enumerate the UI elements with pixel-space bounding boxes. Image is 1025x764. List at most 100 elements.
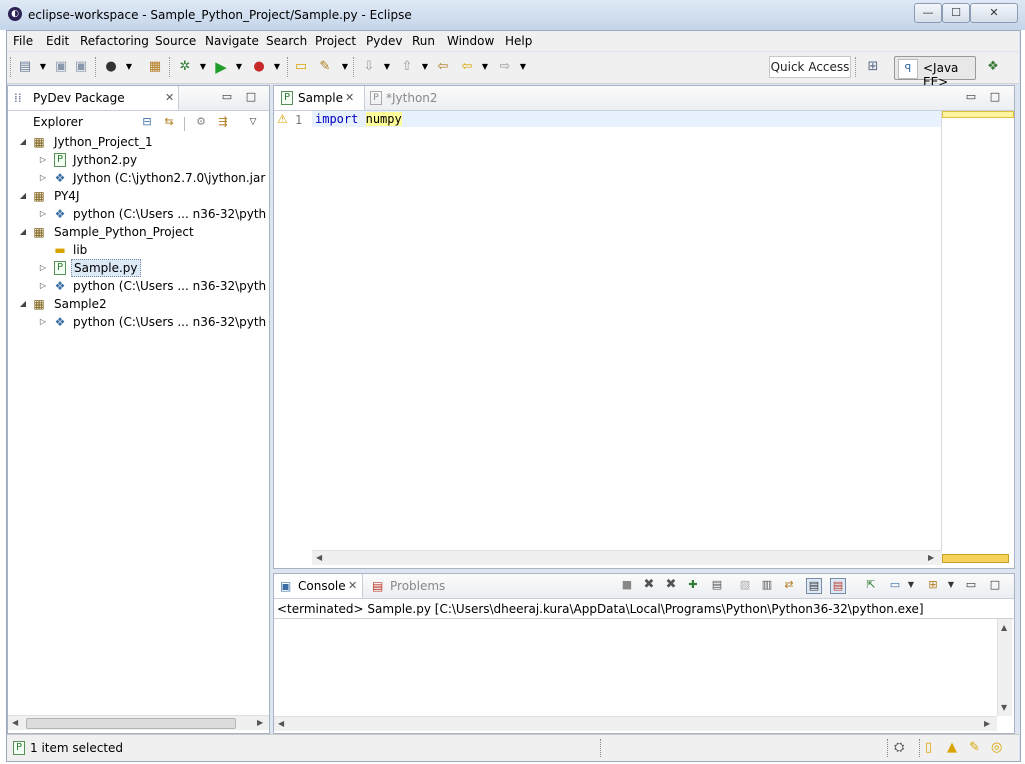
maximize-view-icon[interactable]: □	[988, 90, 1002, 104]
close-tab-icon[interactable]: ✕	[348, 574, 357, 598]
word-wrap-icon[interactable]: ⇄	[782, 578, 796, 592]
tab-console[interactable]: ▣ Console ✕	[274, 574, 363, 598]
scroll-up-icon[interactable]: ▲	[1001, 623, 1007, 632]
tree-row-python-interpreter[interactable]: ▷ ❖ python (C:\Users ... n36-32\python.e	[8, 313, 266, 331]
open-folder-icon[interactable]: ▭	[293, 59, 309, 75]
collapse-all-icon[interactable]: ⊟	[140, 115, 154, 129]
tree-row-jython2-py[interactable]: ▷ P Jython2.py	[8, 151, 266, 169]
tree-row-python-interpreter[interactable]: ▷ ❖ python (C:\Users ... n36-32\python.e	[8, 205, 266, 223]
new-project-icon[interactable]: ▦	[147, 59, 163, 75]
overview-ruler-marker[interactable]	[942, 111, 1014, 118]
close-tab-icon[interactable]: ✕	[165, 86, 174, 110]
run-dropdown-icon[interactable]: ▼	[231, 59, 247, 75]
tab-sample[interactable]: P Sample ✕	[274, 86, 365, 110]
menu-search[interactable]: Search	[266, 34, 307, 48]
back-icon[interactable]: ⇦	[459, 59, 475, 75]
view-menu-icon[interactable]: ▽	[246, 115, 260, 129]
previous-annotation-icon[interactable]: ⇧	[399, 59, 415, 75]
tree-row-jython-interpreter[interactable]: ▷ ❖ Jython (C:\jython2.7.0\jython.jar)	[8, 169, 266, 187]
display-console-dropdown-icon[interactable]: ▼	[904, 578, 918, 592]
tree-row-sample-py[interactable]: ▷ P Sample.py	[8, 259, 266, 277]
menu-help[interactable]: Help	[505, 34, 532, 48]
overview-warning-marker[interactable]	[942, 554, 1009, 563]
editor-horizontal-scrollbar[interactable]: ◀ ▶	[312, 550, 942, 565]
menu-pydev[interactable]: Pydev	[366, 34, 402, 48]
maximize-button[interactable]: ☐	[942, 3, 970, 23]
perspective-switcher[interactable]: ꟼ <Java EE>	[894, 56, 976, 89]
task-dropdown-icon[interactable]: ▼	[337, 59, 353, 75]
scroll-down-icon[interactable]: ▼	[1001, 703, 1007, 712]
scroll-right-icon[interactable]: ▶	[257, 718, 263, 727]
debug-icon[interactable]: ✲	[177, 59, 193, 75]
tree-row-lib[interactable]: ▬ lib	[8, 241, 266, 259]
console-vertical-scrollbar[interactable]: ▲ ▼	[997, 619, 1012, 716]
minimize-view-icon[interactable]: ▭	[964, 578, 978, 592]
minimize-view-icon[interactable]: ▭	[964, 90, 978, 104]
profile-dropdown-icon[interactable]: ▼	[121, 59, 137, 75]
background-tasks-icon[interactable]: ⛭	[894, 740, 904, 755]
maximize-view-icon[interactable]: □	[988, 578, 1002, 592]
expand-toggle-icon[interactable]: ▷	[38, 277, 48, 295]
expand-toggle-icon[interactable]: ▷	[38, 169, 48, 187]
scroll-left-icon[interactable]: ◀	[278, 719, 284, 728]
back-dropdown-icon[interactable]: ▼	[477, 59, 493, 75]
terminate-icon[interactable]: ■	[620, 578, 634, 592]
menu-run[interactable]: Run	[412, 34, 435, 48]
previous-annotation-dropdown-icon[interactable]: ▼	[417, 59, 433, 75]
close-tab-icon[interactable]: ✕	[345, 86, 354, 110]
external-tools-dropdown-icon[interactable]: ▼	[269, 59, 285, 75]
collapse-toggle-icon[interactable]: ◢	[18, 223, 28, 241]
remove-all-terminated-icon[interactable]: ✖	[664, 578, 678, 592]
display-console-icon[interactable]: ▭	[888, 578, 902, 592]
scroll-left-icon[interactable]: ◀	[316, 553, 322, 562]
console-horizontal-scrollbar[interactable]: ◀ ▶	[274, 716, 997, 731]
learn-icon[interactable]: ▲	[947, 740, 957, 755]
pydev-perspective-icon[interactable]: ꟼ	[898, 59, 918, 79]
last-edit-location-icon[interactable]: ⇦	[435, 59, 451, 75]
next-annotation-dropdown-icon[interactable]: ▼	[379, 59, 395, 75]
debug-dropdown-icon[interactable]: ▼	[195, 59, 211, 75]
next-annotation-icon[interactable]: ⇩	[361, 59, 377, 75]
relaunch-icon[interactable]: ✚	[686, 578, 700, 592]
code-line[interactable]: import numpy	[315, 112, 402, 126]
profile-icon[interactable]: ●	[103, 59, 119, 75]
open-task-icon[interactable]: ✎	[317, 59, 333, 75]
open-console-icon[interactable]: ⇱	[864, 578, 878, 592]
expand-toggle-icon[interactable]: ▷	[38, 205, 48, 223]
remove-launch-icon[interactable]: ✖	[642, 578, 656, 592]
scroll-left-icon[interactable]: ◀	[12, 718, 18, 727]
external-tools-icon[interactable]: ●	[251, 59, 267, 75]
show-on-stderr-icon[interactable]: ▤	[830, 578, 846, 594]
open-perspective-icon[interactable]: ⊞	[865, 59, 881, 75]
collapse-toggle-icon[interactable]: ◢	[18, 187, 28, 205]
tree-row-jython-project-1[interactable]: ◢ ▦ Jython_Project_1	[8, 133, 266, 151]
new-console-dropdown-icon[interactable]: ▼	[944, 578, 958, 592]
new-console-icon[interactable]: ⊞	[926, 578, 940, 592]
collapse-toggle-icon[interactable]: ◢	[18, 295, 28, 313]
pin-console-icon[interactable]: ▤	[710, 578, 724, 592]
menu-edit[interactable]: Edit	[46, 34, 69, 48]
menu-source[interactable]: Source	[155, 34, 196, 48]
filters-icon[interactable]: ⚙	[194, 115, 208, 129]
book-icon[interactable]: ▯	[925, 740, 932, 755]
tree-row-python-interpreter[interactable]: ▷ ❖ python (C:\Users ... n36-32\python.e	[8, 277, 266, 295]
tree-row-py4j[interactable]: ◢ ▦ PY4J	[8, 187, 266, 205]
new-dropdown-icon[interactable]: ▼	[35, 59, 51, 75]
run-icon[interactable]: ▶	[213, 59, 229, 75]
forward-dropdown-icon[interactable]: ▼	[515, 59, 531, 75]
link-with-editor-icon[interactable]: ⇆	[162, 115, 176, 129]
expand-toggle-icon[interactable]: ▷	[38, 151, 48, 169]
scroll-right-icon[interactable]: ▶	[928, 553, 934, 562]
menu-project[interactable]: Project	[315, 34, 356, 48]
tab-package-explorer[interactable]: ⁞⁞ PyDev Package Explorer ✕	[8, 86, 179, 129]
warning-icon[interactable]: ⚠	[277, 112, 288, 126]
menu-window[interactable]: Window	[447, 34, 494, 48]
expand-toggle-icon[interactable]: ▷	[38, 259, 48, 277]
scroll-thumb[interactable]	[26, 718, 236, 729]
show-on-stdout-icon[interactable]: ▤	[806, 578, 822, 594]
tree-row-sample2[interactable]: ◢ ▦ Sample2	[8, 295, 266, 313]
scroll-lock-icon[interactable]: ▥	[760, 578, 774, 592]
menu-refactoring[interactable]: Refactoring	[80, 34, 149, 48]
clear-console-icon[interactable]: ▧	[738, 578, 752, 592]
maximize-view-icon[interactable]: □	[244, 90, 258, 104]
